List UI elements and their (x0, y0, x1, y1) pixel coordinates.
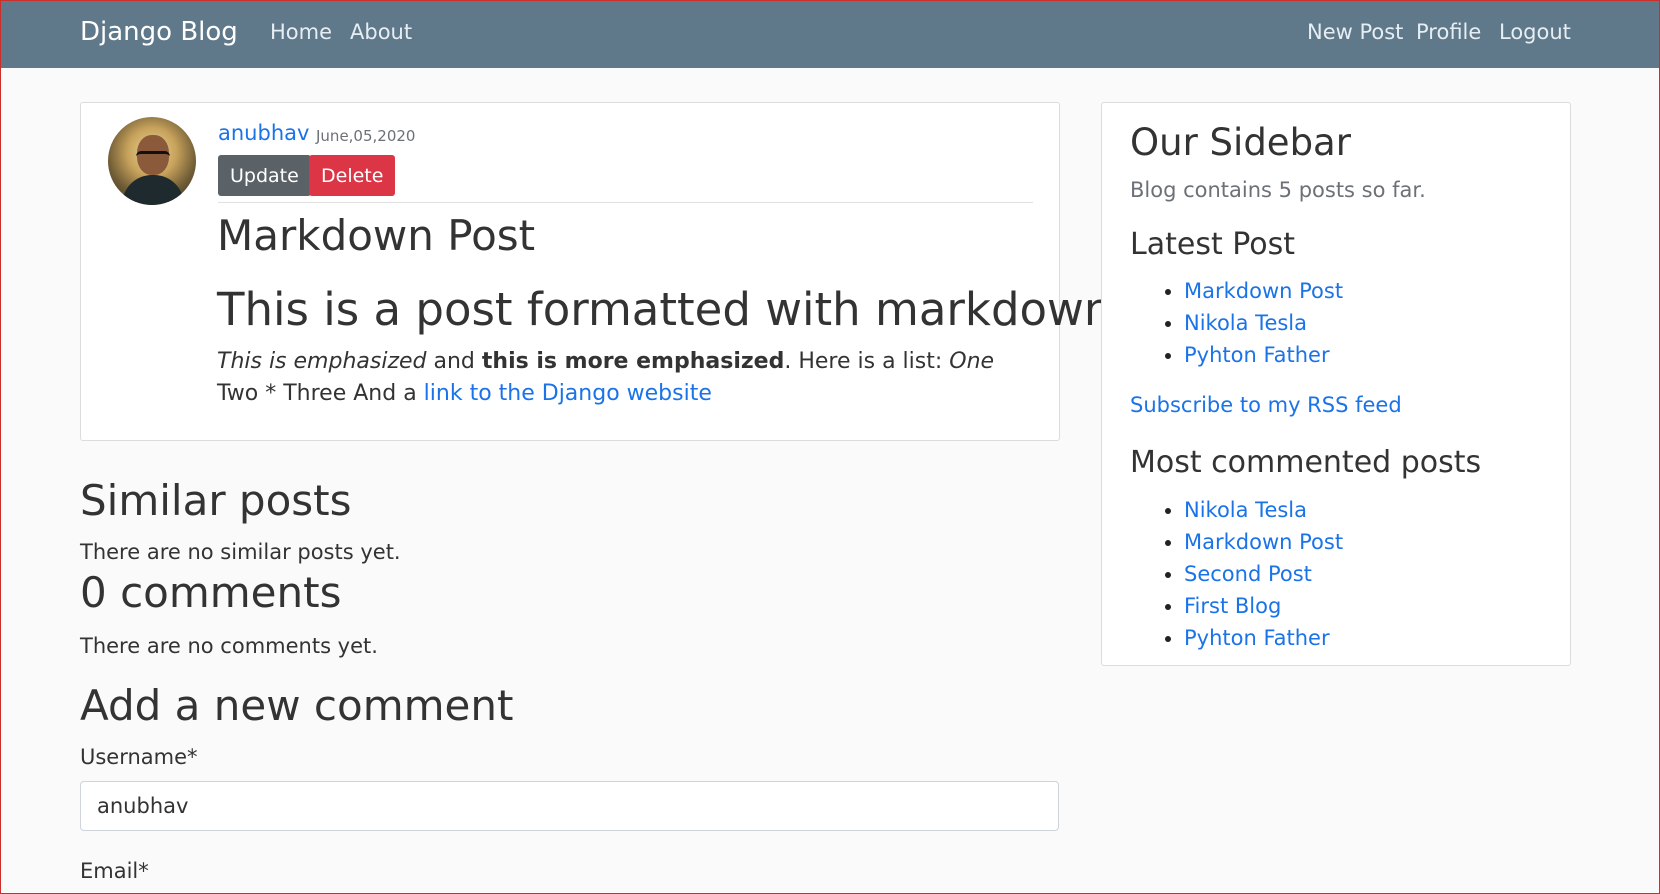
post-date: June,05,2020 (316, 127, 416, 145)
comments-title: 0 comments (80, 568, 342, 617)
rss-feed-link[interactable]: Subscribe to my RSS feed (1130, 393, 1402, 417)
latest-post-link[interactable]: Markdown Post (1184, 279, 1343, 303)
most-commented-heading: Most commented posts (1130, 445, 1482, 480)
similar-posts-title: Similar posts (80, 476, 352, 525)
list-item: Second Post (1184, 558, 1343, 590)
list-item: First Blog (1184, 590, 1343, 622)
nav-new-post[interactable]: New Post (1307, 20, 1403, 44)
list-item: Markdown Post (1184, 275, 1343, 307)
latest-post-list: Markdown Post Nikola Tesla Pyhton Father (1102, 275, 1343, 371)
similar-posts-text: There are no similar posts yet. (80, 540, 401, 564)
sidebar-title: Our Sidebar (1130, 121, 1351, 164)
latest-post-link[interactable]: Pyhton Father (1184, 343, 1330, 367)
strong-text: this is more emphasized (481, 349, 785, 374)
latest-post-link[interactable]: Nikola Tesla (1184, 311, 1307, 335)
author-link[interactable]: anubhav (218, 121, 309, 145)
most-commented-link[interactable]: Pyhton Father (1184, 626, 1330, 650)
update-button[interactable]: Update (218, 155, 311, 196)
list-item: Nikola Tesla (1184, 494, 1343, 526)
nav-home[interactable]: Home (270, 20, 332, 44)
most-commented-link[interactable]: Markdown Post (1184, 530, 1343, 554)
add-comment-title: Add a new comment (80, 681, 514, 730)
most-commented-link[interactable]: First Blog (1184, 594, 1281, 618)
list-item: Pyhton Father (1184, 339, 1343, 371)
delete-button[interactable]: Delete (309, 155, 396, 196)
nav-profile[interactable]: Profile (1416, 20, 1481, 44)
author-avatar (108, 117, 196, 205)
sidebar: Our Sidebar Blog contains 5 posts so far… (1101, 102, 1571, 666)
post-subtitle: This is a post formatted with markdown (217, 283, 1113, 336)
username-label: Username* (80, 745, 198, 769)
most-commented-link[interactable]: Second Post (1184, 562, 1312, 586)
latest-post-heading: Latest Post (1130, 227, 1296, 262)
most-commented-link[interactable]: Nikola Tesla (1184, 498, 1307, 522)
emphasis-text: This is emphasized (217, 349, 427, 374)
navbar: Django Blog Home About New Post Profile … (1, 1, 1659, 68)
post-divider (218, 202, 1033, 203)
list-item: Markdown Post (1184, 526, 1343, 558)
username-input[interactable]: anubhav (80, 781, 1059, 831)
email-label: Email* (80, 859, 149, 883)
brand-link[interactable]: Django Blog (80, 17, 238, 47)
nav-about[interactable]: About (350, 20, 412, 44)
comments-text: There are no comments yet. (80, 634, 378, 658)
post-body: This is emphasized and this is more emph… (217, 349, 995, 406)
list-item: Pyhton Father (1184, 622, 1343, 654)
most-commented-list: Nikola Tesla Markdown Post Second Post F… (1102, 494, 1343, 654)
sidebar-post-count: Blog contains 5 posts so far. (1130, 178, 1426, 202)
list-item: Nikola Tesla (1184, 307, 1343, 339)
post-title: Markdown Post (217, 211, 536, 260)
django-link[interactable]: link to the Django website (424, 381, 712, 406)
nav-logout[interactable]: Logout (1499, 20, 1571, 44)
